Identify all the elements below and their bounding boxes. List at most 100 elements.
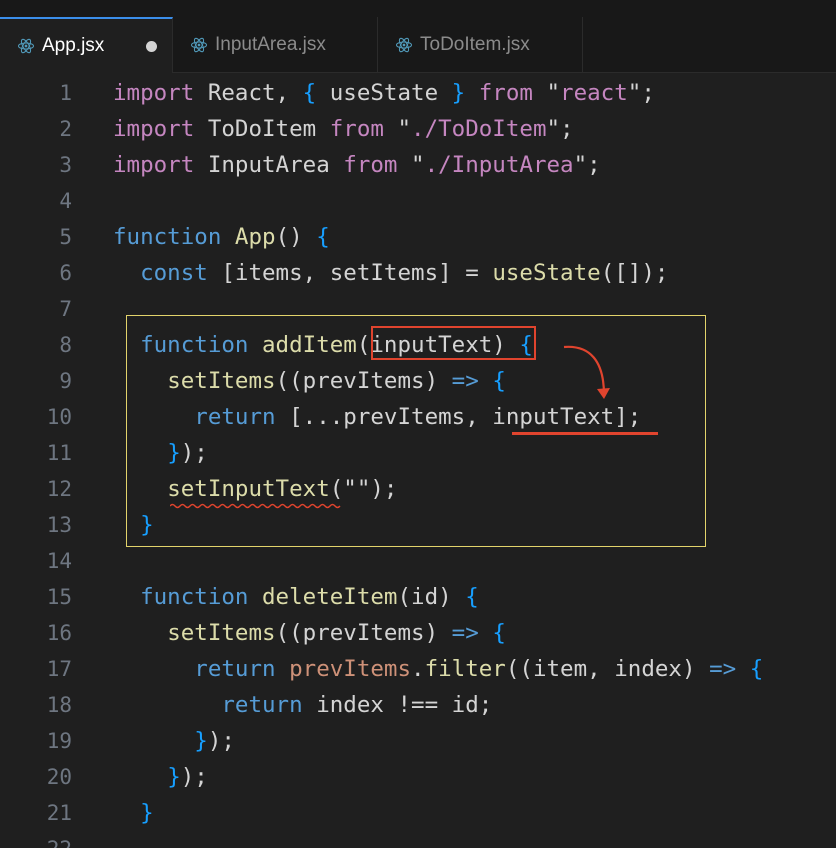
tab-todoitem-jsx[interactable]: ToDoItem.jsx <box>378 17 583 73</box>
code-line[interactable]: 14 <box>0 543 836 579</box>
code-token: ((prevItems) <box>275 620 452 646</box>
code-token: setItems <box>167 368 276 394</box>
code-token: { <box>519 332 533 358</box>
react-icon <box>17 38 35 54</box>
line-number: 17 <box>46 657 72 681</box>
code-token: "; <box>546 116 574 142</box>
code-text: function addItem(inputText) { <box>113 327 533 363</box>
code-line[interactable]: 13 } <box>0 507 836 543</box>
code-text: }); <box>113 435 208 471</box>
code-token: useState <box>492 260 601 286</box>
code-line[interactable]: 4 <box>0 183 836 219</box>
line-number: 15 <box>46 585 72 609</box>
code-editor[interactable]: 2221 }20 });19 });18 return index !== id… <box>0 73 836 848</box>
code-token: "; <box>573 152 601 178</box>
code-text: setItems((prevItems) => { <box>113 363 506 399</box>
code-token: " <box>546 80 561 106</box>
code-token: function <box>113 224 222 250</box>
code-token: { <box>749 656 764 682</box>
code-line[interactable]: 7 <box>0 291 836 327</box>
code-line[interactable]: 10 return [...prevItems, inputText]; <box>0 399 836 435</box>
code-text: return index !== id; <box>113 687 492 723</box>
code-line[interactable]: 15 function deleteItem(id) { <box>0 579 836 615</box>
code-text: return prevItems.filter((item, index) =>… <box>113 651 763 687</box>
code-token: " <box>397 152 425 178</box>
code-text: function App() { <box>113 219 330 255</box>
code-line[interactable]: 18 return index !== id; <box>0 687 836 723</box>
line-number: 6 <box>59 261 72 285</box>
code-text: } <box>113 795 154 831</box>
line-number: 3 <box>59 153 72 177</box>
code-token: App <box>234 224 276 250</box>
code-text: }); <box>113 759 208 795</box>
code-token: return <box>194 404 276 430</box>
code-token: { <box>316 224 330 250</box>
code-line[interactable]: 22 <box>0 831 836 848</box>
line-number: 13 <box>46 513 72 537</box>
code-line[interactable]: 19 }); <box>0 723 836 759</box>
code-line[interactable]: 21 } <box>0 795 836 831</box>
code-token: ); <box>180 764 208 790</box>
code-token: import <box>113 80 195 106</box>
code-token: filter <box>424 656 506 682</box>
line-number: 21 <box>46 801 72 825</box>
code-line[interactable]: 6 const [items, setItems] = useState([])… <box>0 255 836 291</box>
window-top-strip <box>0 0 836 17</box>
code-token: ./InputArea <box>424 152 574 178</box>
code-token: => <box>709 656 737 682</box>
code-token: [items, setItems] = <box>207 260 493 286</box>
code-token: , index) <box>587 656 710 682</box>
code-token: { <box>492 368 506 394</box>
code-text: setItems((prevItems) => { <box>113 615 506 651</box>
code-line[interactable]: 1 import React, { useState } from "react"… <box>0 75 836 111</box>
tab-inputarea-jsx[interactable]: InputArea.jsx <box>173 17 378 73</box>
code-text: return [...prevItems, inputText]; <box>113 399 641 435</box>
code-line[interactable]: 12 setInputText(""); <box>0 471 836 507</box>
code-token: from <box>343 152 398 178</box>
line-number: 12 <box>46 477 72 501</box>
code-token: react <box>560 80 628 106</box>
line-number: 20 <box>46 765 72 789</box>
code-token: ([]); <box>600 260 669 286</box>
code-line[interactable]: 20 }); <box>0 759 836 795</box>
code-line[interactable]: 17 return prevItems.filter((item, index)… <box>0 651 836 687</box>
code-token: } <box>194 728 208 754</box>
line-number: 1 <box>59 81 72 105</box>
code-token: return <box>194 656 276 682</box>
editor-tab-bar: App.jsx InputArea.jsx ToDoItem.jsx <box>0 17 836 73</box>
code-line[interactable]: 8 function addItem(inputText) { <box>0 327 836 363</box>
code-token: function <box>140 584 249 610</box>
code-line[interactable]: 9 setItems((prevItems) => { <box>0 363 836 399</box>
code-line[interactable]: 11 }); <box>0 435 836 471</box>
code-token: addItem <box>262 332 357 358</box>
code-line[interactable]: 5 function App() { <box>0 219 836 255</box>
line-number: 14 <box>46 549 72 573</box>
code-line[interactable]: 3 import InputArea from "./InputArea"; <box>0 147 836 183</box>
code-text: }); <box>113 723 235 759</box>
modified-dot-icon[interactable] <box>146 41 157 52</box>
line-number: 19 <box>46 729 72 753</box>
code-token: ToDoItem <box>194 116 330 142</box>
tab-app-jsx[interactable]: App.jsx <box>0 17 173 73</box>
line-number: 5 <box>59 225 72 249</box>
code-line[interactable]: 2 import ToDoItem from "./ToDoItem"; <box>0 111 836 147</box>
code-token: item <box>532 656 588 682</box>
code-line[interactable]: 16 setItems((prevItems) => { <box>0 615 836 651</box>
code-token: ./ToDoItem <box>411 116 547 142</box>
code-text: function deleteItem(id) { <box>113 579 479 615</box>
code-token: import <box>113 152 195 178</box>
code-token: => <box>451 620 479 646</box>
